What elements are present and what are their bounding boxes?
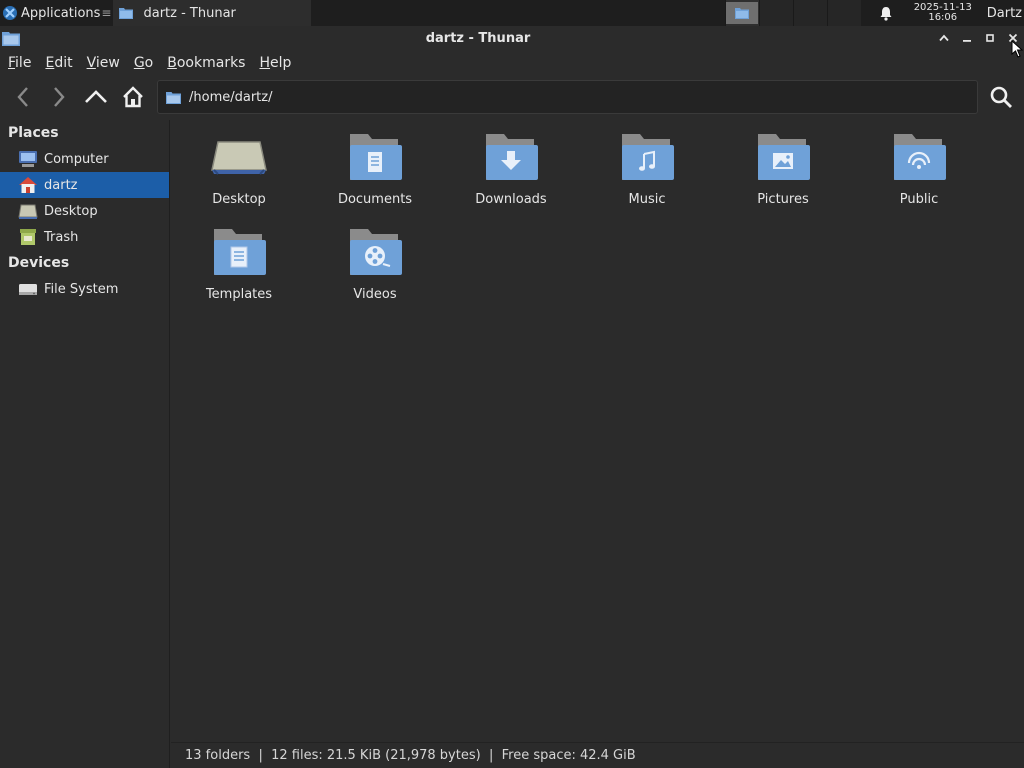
documents-folder-icon: [346, 130, 404, 184]
file-item-videos[interactable]: Videos: [307, 217, 443, 309]
applications-menu-button[interactable]: Applications ≡: [0, 0, 113, 26]
mouse-cursor-icon: [1011, 40, 1023, 58]
home-icon: [123, 86, 143, 108]
search-icon: [990, 86, 1012, 108]
menu-bookmarks[interactable]: Bookmarks: [167, 55, 245, 71]
top-panel: Applications ≡ dartz - Thunar 2025-11-13…: [0, 0, 1024, 26]
window-title: dartz - Thunar: [425, 30, 531, 46]
toolbar: /home/dartz/: [0, 78, 1024, 116]
file-item-downloads[interactable]: Downloads: [443, 122, 579, 214]
file-item-label: Desktop: [212, 192, 266, 207]
status-bar: 13 folders | 12 files: 21.5 KiB (21,978 …: [171, 742, 1024, 768]
sidebar-item-label: Trash: [44, 229, 79, 245]
workspace-window-thumbnail: [726, 2, 759, 24]
location-bar[interactable]: /home/dartz/: [157, 80, 978, 114]
pictures-folder-icon: [754, 130, 812, 184]
menu-view[interactable]: View: [87, 55, 120, 71]
file-item-pictures[interactable]: Pictures: [715, 122, 851, 214]
file-item-templates[interactable]: Templates: [171, 217, 307, 309]
workspace-4[interactable]: [826, 0, 861, 26]
menu-go[interactable]: Go: [134, 55, 153, 71]
sidebar-item-dartz[interactable]: dartz: [0, 172, 169, 198]
workspace-3[interactable]: [792, 0, 827, 26]
back-icon: [17, 87, 28, 107]
status-text: 13 folders | 12 files: 21.5 KiB (21,978 …: [185, 748, 636, 763]
sidebar-item-trash[interactable]: Trash: [0, 224, 169, 250]
folder-icon: [166, 91, 181, 104]
computer-icon: [18, 150, 38, 168]
desktop-icon: [18, 202, 38, 220]
sidebar-item-file-system[interactable]: File System: [0, 276, 169, 302]
file-item-desktop[interactable]: Desktop: [171, 122, 307, 214]
file-item-label: Templates: [205, 287, 273, 302]
desktop-folder-icon: [210, 130, 268, 184]
sidebar: Places Computer dartz Desktop Trash Devi…: [0, 120, 170, 768]
chevron-up-icon: [939, 34, 949, 42]
back-button[interactable]: [8, 82, 38, 112]
workspace-1[interactable]: [724, 0, 759, 26]
templates-folder-icon: [210, 225, 268, 279]
workspace-switcher[interactable]: [724, 0, 861, 26]
maximize-icon: [986, 34, 994, 42]
up-icon: [85, 90, 107, 103]
devices-header: Devices: [8, 255, 70, 271]
trash-icon: [18, 228, 38, 246]
public-folder-icon: [890, 130, 948, 184]
up-button[interactable]: [81, 82, 111, 112]
forward-button[interactable]: [44, 82, 74, 112]
file-item-label: Music: [628, 192, 666, 207]
sidebar-item-label: Computer: [44, 151, 109, 167]
menu-help[interactable]: Help: [259, 55, 291, 71]
home-button[interactable]: [118, 82, 148, 112]
taskbar-window-button[interactable]: dartz - Thunar: [113, 0, 312, 26]
taskbar-window-label: dartz - Thunar: [143, 5, 236, 21]
clock-time: 16:06: [928, 12, 958, 23]
file-item-label: Public: [899, 192, 939, 207]
home-icon: [18, 176, 38, 194]
sidebar-item-computer[interactable]: Computer: [0, 146, 169, 172]
videos-folder-icon: [346, 225, 404, 279]
downloads-folder-icon: [482, 130, 540, 184]
minimize-icon: [963, 40, 971, 42]
sidebar-item-desktop[interactable]: Desktop: [0, 198, 169, 224]
forward-icon: [54, 87, 65, 107]
location-path: /home/dartz/: [189, 89, 273, 105]
sidebar-item-label: dartz: [44, 177, 78, 193]
applications-separator: ≡: [101, 6, 112, 20]
drive-icon: [18, 280, 38, 298]
maximize-button[interactable]: [982, 30, 998, 46]
places-header: Places: [8, 125, 59, 141]
user-menu[interactable]: Dartz: [987, 6, 1022, 21]
menu-bar: File Edit View Go Bookmarks Help: [0, 50, 1024, 76]
file-icon-view[interactable]: Desktop Documents Downloads Music Pictur…: [171, 120, 1024, 742]
sidebar-item-label: Desktop: [44, 203, 98, 219]
file-item-label: Downloads: [475, 192, 547, 207]
panel-clock[interactable]: 2025-11-13 16:06: [909, 3, 977, 23]
menu-edit[interactable]: Edit: [45, 55, 72, 71]
notification-bell-icon[interactable]: [877, 4, 895, 22]
workspace-2[interactable]: [758, 0, 793, 26]
menu-file[interactable]: File: [8, 55, 31, 71]
file-item-music[interactable]: Music: [579, 122, 715, 214]
window-titlebar[interactable]: dartz - Thunar: [0, 26, 1024, 50]
folder-icon: [119, 8, 134, 19]
sidebar-item-label: File System: [44, 281, 119, 297]
search-button[interactable]: [986, 82, 1016, 112]
file-item-label: Documents: [337, 192, 413, 207]
applications-label: Applications: [21, 5, 101, 21]
file-item-label: Videos: [353, 287, 397, 302]
shade-button[interactable]: [936, 30, 952, 46]
music-folder-icon: [618, 130, 676, 184]
file-item-label: Pictures: [757, 192, 809, 207]
minimize-button[interactable]: [959, 30, 975, 46]
file-item-documents[interactable]: Documents: [307, 122, 443, 214]
xfce-logo-icon: [3, 6, 17, 20]
file-item-public[interactable]: Public: [851, 122, 987, 214]
folder-icon: [735, 8, 750, 19]
